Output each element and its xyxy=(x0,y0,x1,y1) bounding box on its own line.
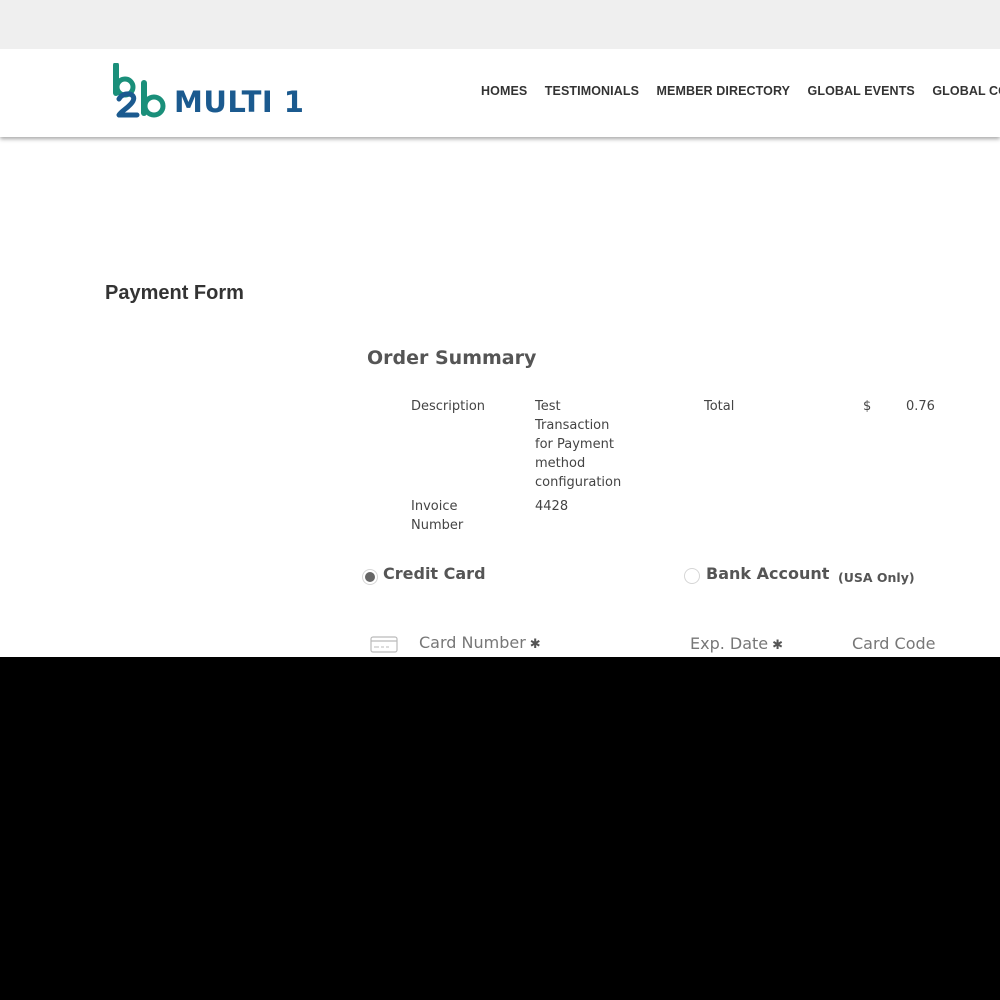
description-line: Test xyxy=(535,399,561,414)
page-title: Payment Form xyxy=(105,282,244,304)
description-line: method xyxy=(535,456,586,471)
card-code-field[interactable]: Card Code xyxy=(852,634,935,653)
site-header: MULTI 1 HOMES TESTIMONIALS MEMBER DIRECT… xyxy=(0,49,1000,137)
logo[interactable]: MULTI 1 xyxy=(111,63,311,123)
nav-item-member-directory[interactable]: MEMBER DIRECTORY xyxy=(657,84,791,98)
bank-account-label[interactable]: Bank Account xyxy=(706,564,829,583)
browser-toolbar xyxy=(0,0,1000,49)
required-marker: ✱ xyxy=(529,637,541,652)
card-number-label: Card Number xyxy=(419,633,526,652)
description-label: Description xyxy=(411,399,486,414)
invoice-label: Invoice Number xyxy=(411,497,463,535)
credit-card-label[interactable]: Credit Card xyxy=(383,564,486,583)
description-value: Test Transaction for Payment method conf… xyxy=(535,397,621,492)
total-value: 0.76 xyxy=(906,399,935,414)
b2b-logo-mark-icon xyxy=(113,63,166,118)
currency-symbol: $ xyxy=(863,399,872,414)
card-number-field[interactable]: Card Number ✱ xyxy=(419,633,541,652)
credit-card-radio[interactable] xyxy=(362,569,378,585)
nav-item-testimonials[interactable]: TESTIMONIALS xyxy=(545,84,639,98)
description-line: configuration xyxy=(535,475,622,490)
order-summary-title: Order Summary xyxy=(367,347,537,369)
nav-item-global-comm[interactable]: GLOBAL COMM xyxy=(932,84,1000,98)
description-line: Transaction xyxy=(535,418,610,433)
invoice-label-line: Invoice xyxy=(411,499,458,514)
nav-item-homes[interactable]: HOMES xyxy=(481,84,527,98)
page-viewport: MULTI 1 HOMES TESTIMONIALS MEMBER DIRECT… xyxy=(0,49,1000,657)
nav-item-global-events[interactable]: GLOBAL EVENTS xyxy=(808,84,915,98)
card-code-label: Card Code xyxy=(852,634,936,653)
invoice-value: 4428 xyxy=(535,499,569,514)
exp-date-field[interactable]: Exp. Date ✱ xyxy=(690,634,783,653)
bank-account-radio[interactable] xyxy=(684,568,700,584)
total-label: Total xyxy=(704,399,735,414)
exp-date-label: Exp. Date xyxy=(690,634,769,653)
description-line: for Payment xyxy=(535,437,614,452)
usa-only-note: (USA Only) xyxy=(838,570,915,585)
brand-name: MULTI 1 xyxy=(174,85,305,119)
main-nav: HOMES TESTIMONIALS MEMBER DIRECTORY GLOB… xyxy=(481,82,1000,100)
invoice-label-line: Number xyxy=(411,518,464,533)
credit-card-icon xyxy=(370,636,398,653)
required-marker: ✱ xyxy=(772,638,784,653)
